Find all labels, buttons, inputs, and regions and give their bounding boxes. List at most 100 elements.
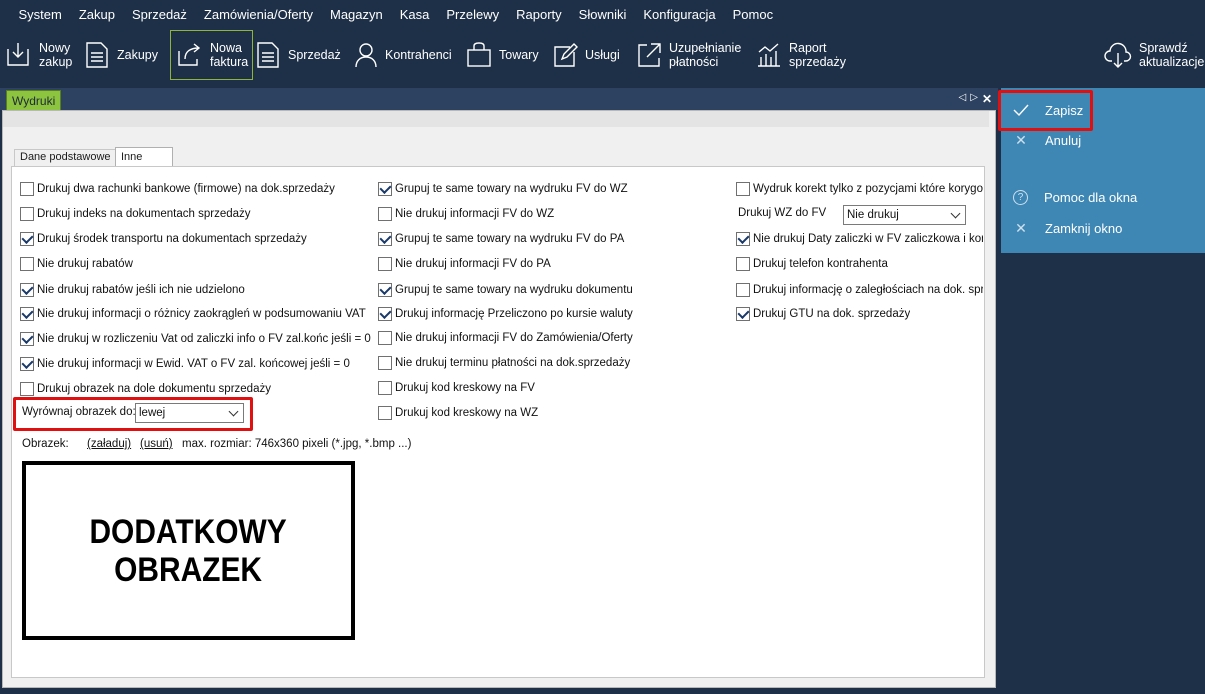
- checkbox-row[interactable]: Nie drukuj rabatów: [20, 257, 133, 271]
- checkbox[interactable]: [378, 257, 392, 271]
- checkbox[interactable]: [736, 232, 750, 246]
- checkbox[interactable]: [378, 331, 392, 345]
- checkbox-row[interactable]: Drukuj telefon kontrahenta: [736, 257, 888, 271]
- check-updates-label: Sprawdź aktualizacje: [1139, 41, 1205, 69]
- checkbox-row[interactable]: Drukuj kod kreskowy na FV: [378, 381, 535, 395]
- checkbox[interactable]: [378, 283, 392, 297]
- menu-sprzedaz[interactable]: Sprzedaż: [123, 7, 195, 22]
- checkbox-label: Nie drukuj rabatów jeśli ich nie udzielo…: [37, 284, 245, 296]
- sales-label: Sprzedaż: [288, 48, 341, 62]
- checkbox[interactable]: [736, 283, 750, 297]
- checkbox-label: Wydruk korekt tylko z pozycjami które ko…: [753, 183, 983, 195]
- menu-system[interactable]: System: [10, 7, 70, 22]
- checkbox[interactable]: [20, 357, 34, 371]
- external-link-icon: [638, 43, 661, 67]
- image-preview-line2: OBRAZEK: [114, 550, 263, 589]
- cancel-button[interactable]: ✕ Anuluj: [1013, 132, 1081, 148]
- checkbox-row[interactable]: Nie drukuj informacji FV do WZ: [378, 207, 554, 221]
- menu-magazyn[interactable]: Magazyn: [322, 7, 392, 22]
- checkbox-row[interactable]: Drukuj indeks na dokumentach sprzedaży: [20, 207, 251, 221]
- menu-raporty[interactable]: Raporty: [508, 7, 571, 22]
- checkbox[interactable]: [378, 232, 392, 246]
- wz-to-fv-select[interactable]: Nie drukuj: [843, 205, 966, 225]
- checkbox[interactable]: [20, 382, 34, 396]
- checkbox[interactable]: [20, 283, 34, 297]
- document-icon: [257, 42, 279, 68]
- new-invoice-label: Nowa faktura: [210, 41, 249, 69]
- tab-dane-podstawowe[interactable]: Dane podstawowe: [14, 149, 117, 166]
- close-icon: ✕: [1015, 219, 1027, 236]
- checkbox[interactable]: [20, 307, 34, 321]
- sales-report-label: Raport sprzedaży: [789, 41, 846, 69]
- checkbox-row[interactable]: Nie drukuj informacji o różnicy zaokrągl…: [20, 307, 366, 321]
- close-window-button[interactable]: ✕ Zamknij okno: [1013, 220, 1122, 236]
- checkbox-row[interactable]: Nie drukuj Daty zaliczki w FV zaliczkowa…: [736, 232, 983, 246]
- chevron-down-icon: [950, 208, 961, 219]
- checkbox-row[interactable]: Drukuj informację o zaległościach na dok…: [736, 283, 983, 297]
- checkbox-row[interactable]: Grupuj te same towary na wydruku dokumen…: [378, 283, 633, 297]
- checkbox[interactable]: [378, 406, 392, 420]
- scroll-left-icon[interactable]: ◁: [959, 92, 967, 106]
- goods-label: Towary: [499, 48, 539, 62]
- checkbox[interactable]: [378, 381, 392, 395]
- checkbox[interactable]: [736, 182, 750, 196]
- checkbox[interactable]: [20, 182, 34, 196]
- checkbox-row[interactable]: Drukuj dwa rachunki bankowe (firmowe) na…: [20, 182, 335, 196]
- menu-slowniki[interactable]: Słowniki: [570, 7, 635, 22]
- checkbox[interactable]: [20, 207, 34, 221]
- checkbox[interactable]: [20, 257, 34, 271]
- checkbox-row[interactable]: Nie drukuj informacji FV do Zamówienia/O…: [378, 331, 633, 345]
- checkbox-row[interactable]: Drukuj GTU na dok. sprzedaży: [736, 307, 910, 321]
- checkbox-row[interactable]: Nie drukuj informacji w Ewid. VAT o FV z…: [20, 357, 350, 371]
- checkbox[interactable]: [378, 207, 392, 221]
- new-purchase-button[interactable]: Nowy zakup: [4, 30, 72, 80]
- checkbox[interactable]: [378, 356, 392, 370]
- checkbox[interactable]: [378, 307, 392, 321]
- checkbox-label: Nie drukuj Daty zaliczki w FV zaliczkowa…: [753, 233, 983, 245]
- tab-inne[interactable]: Inne: [115, 147, 174, 167]
- menu-kasa[interactable]: Kasa: [391, 7, 438, 22]
- checkbox-row[interactable]: Nie drukuj w rozliczeniu Vat od zaliczki…: [20, 332, 371, 346]
- checkbox-row[interactable]: Grupuj te same towary na wydruku FV do W…: [378, 182, 628, 196]
- contractors-button[interactable]: Kontrahenci: [354, 30, 452, 80]
- highlight-frame: [13, 397, 253, 431]
- checkbox[interactable]: [736, 257, 750, 271]
- image-label: Obrazek:: [22, 438, 69, 450]
- purchases-button[interactable]: Zakupy: [84, 30, 158, 80]
- help-button[interactable]: ? Pomoc dla okna: [1013, 190, 1137, 205]
- checkbox-row[interactable]: Nie drukuj rabatów jeśli ich nie udzielo…: [20, 283, 245, 297]
- services-button[interactable]: Usługi: [552, 30, 620, 80]
- checkbox[interactable]: [378, 182, 392, 196]
- checkbox-label: Nie drukuj w rozliczeniu Vat od zaliczki…: [37, 333, 371, 345]
- close-icon: ✕: [1015, 131, 1027, 148]
- menu-zakup[interactable]: Zakup: [70, 7, 123, 22]
- checkbox[interactable]: [20, 332, 34, 346]
- checkbox-row[interactable]: Wydruk korekt tylko z pozycjami które ko…: [736, 182, 983, 196]
- check-updates-button[interactable]: Sprawdź aktualizacje: [1104, 30, 1204, 80]
- remove-image-link[interactable]: (usuń): [140, 438, 173, 450]
- close-icon[interactable]: ✕: [982, 92, 992, 106]
- menu-przelewy[interactable]: Przelewy: [438, 7, 508, 22]
- document-tab-bar: Wydruki ◁ ▷ ✕: [0, 88, 998, 110]
- sales-button[interactable]: Sprzedaż: [255, 30, 341, 80]
- tab-wydruki[interactable]: Wydruki: [6, 90, 62, 110]
- payment-completion-button[interactable]: Uzupełnianie płatności: [636, 30, 741, 80]
- checkbox-row[interactable]: Drukuj obrazek na dole dokumentu sprzeda…: [20, 382, 271, 396]
- scroll-right-icon[interactable]: ▷: [970, 92, 978, 106]
- sales-report-button[interactable]: Raport sprzedaży: [756, 30, 846, 80]
- checkbox-row[interactable]: Drukuj informację Przeliczono po kursie …: [378, 307, 633, 321]
- checkbox-row[interactable]: Drukuj kod kreskowy na WZ: [378, 406, 538, 420]
- checkbox-row[interactable]: Grupuj te same towary na wydruku FV do P…: [378, 232, 624, 246]
- new-invoice-button[interactable]: Nowa faktura: [170, 30, 254, 80]
- checkbox-label: Drukuj dwa rachunki bankowe (firmowe) na…: [37, 183, 335, 195]
- checkbox-row[interactable]: Nie drukuj terminu płatności na dok.sprz…: [378, 356, 630, 370]
- checkbox-row[interactable]: Drukuj środek transportu na dokumentach …: [20, 232, 307, 246]
- menu-konfiguracja[interactable]: Konfiguracja: [635, 7, 724, 22]
- checkbox[interactable]: [736, 307, 750, 321]
- menu-zamowienia[interactable]: Zamówienia/Oferty: [195, 7, 321, 22]
- goods-button[interactable]: Towary: [466, 30, 539, 80]
- menu-pomoc[interactable]: Pomoc: [724, 7, 781, 22]
- load-image-link[interactable]: (załaduj): [87, 438, 131, 450]
- checkbox-row[interactable]: Nie drukuj informacji FV do PA: [378, 257, 551, 271]
- checkbox[interactable]: [20, 232, 34, 246]
